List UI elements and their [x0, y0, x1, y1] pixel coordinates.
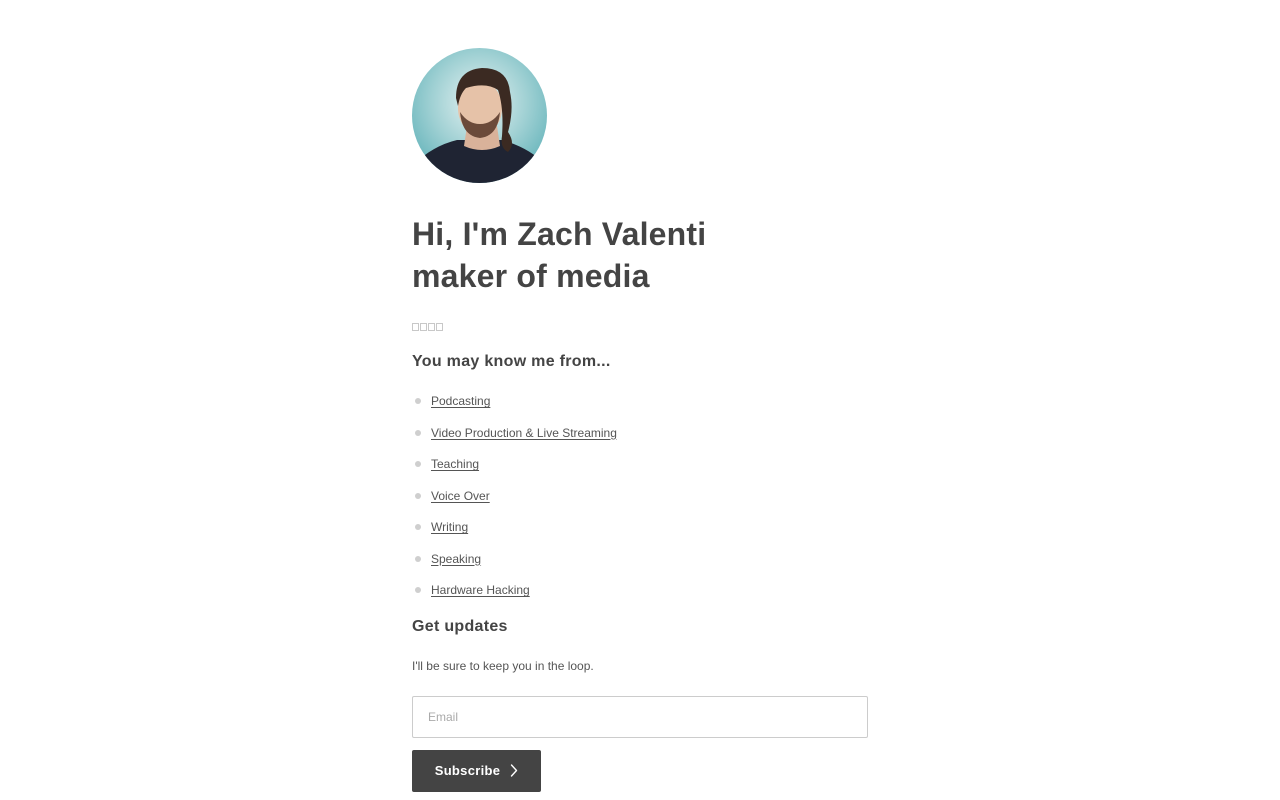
avatar [412, 48, 547, 183]
list-item: Voice Over [412, 486, 868, 518]
social-icon-3[interactable] [428, 323, 435, 331]
email-field[interactable] [412, 695, 868, 738]
social-icon-2[interactable] [420, 323, 427, 331]
bullet-icon [415, 461, 421, 467]
bullet-icon [415, 587, 421, 593]
page: Hi, I'm Zach Valenti maker of media You … [0, 0, 1280, 800]
chevron-right-icon [510, 764, 518, 777]
list-item: Writing [412, 517, 868, 549]
social-icon-1[interactable] [412, 323, 419, 331]
hardware-hacking-link[interactable]: Hardware Hacking [431, 583, 530, 597]
social-links [412, 321, 868, 333]
podcasting-link[interactable]: Podcasting [431, 394, 490, 408]
video-production-link[interactable]: Video Production & Live Streaming [431, 426, 617, 440]
bullet-icon [415, 524, 421, 530]
subscribe-button[interactable]: Subscribe [412, 749, 541, 792]
updates-heading: Get updates [412, 617, 508, 635]
voice-over-link[interactable]: Voice Over [431, 489, 490, 503]
updates-description: I'll be sure to keep you in the loop. [412, 658, 594, 673]
list-item: Speaking [412, 549, 868, 581]
know-me-heading: You may know me from... [412, 353, 611, 370]
avatar-portrait [412, 48, 547, 183]
list-item: Podcasting [412, 391, 868, 423]
subscribe-label: Subscribe [434, 763, 501, 778]
list-item: Video Production & Live Streaming [412, 423, 868, 455]
list-item: Hardware Hacking [412, 580, 868, 612]
writing-link[interactable]: Writing [431, 520, 468, 534]
list-item: Teaching [412, 454, 868, 486]
bullet-icon [415, 398, 421, 404]
page-title: Hi, I'm Zach Valenti maker of media [412, 213, 868, 297]
teaching-link[interactable]: Teaching [431, 457, 479, 471]
bullet-icon [415, 429, 421, 436]
title-line-1: Hi, I'm Zach Valenti [412, 216, 707, 252]
bullet-icon [415, 555, 421, 562]
know-me-list: Podcasting Video Production & Live Strea… [412, 391, 868, 612]
title-line-2: maker of media [412, 258, 650, 294]
main-content: Hi, I'm Zach Valenti maker of media You … [412, 48, 868, 792]
social-icon-4[interactable] [436, 323, 443, 331]
speaking-link[interactable]: Speaking [431, 552, 481, 566]
bullet-icon [415, 492, 421, 499]
